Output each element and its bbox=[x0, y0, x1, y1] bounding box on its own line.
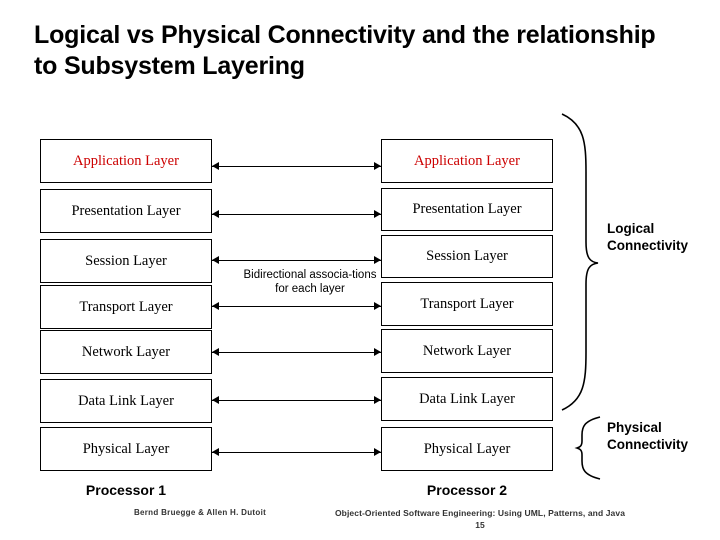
assoc-arrow-datalink-right-head bbox=[374, 396, 381, 404]
assoc-arrow-presentation bbox=[212, 214, 381, 215]
left-layer-datalink[interactable]: Data Link Layer bbox=[40, 379, 212, 423]
processor-2-label: Processor 2 bbox=[426, 482, 508, 498]
assoc-arrow-network bbox=[212, 352, 381, 353]
logical-connectivity-label: Logical Connectivity bbox=[607, 221, 689, 253]
left-layer-network[interactable]: Network Layer bbox=[40, 330, 212, 374]
physical-connectivity-label: Physical Connectivity bbox=[607, 420, 689, 452]
assoc-arrow-transport-right-head bbox=[374, 302, 381, 310]
left-layer-physical[interactable]: Physical Layer bbox=[40, 427, 212, 471]
assoc-arrow-network-right-head bbox=[374, 348, 381, 356]
assoc-arrow-presentation-right-head bbox=[374, 210, 381, 218]
assoc-arrow-network-left-head bbox=[212, 348, 219, 356]
assoc-arrow-session-left-head bbox=[212, 256, 219, 264]
assoc-arrow-datalink-left-head bbox=[212, 396, 219, 404]
right-layer-application[interactable]: Application Layer bbox=[381, 139, 553, 183]
assoc-arrow-application-left-head bbox=[212, 162, 219, 170]
right-layer-session[interactable]: Session Layer bbox=[381, 235, 553, 278]
assoc-arrow-application-right-head bbox=[374, 162, 381, 170]
footer-authors: Bernd Bruegge & Allen H. Dutoit bbox=[133, 508, 267, 517]
assoc-arrow-application bbox=[212, 166, 381, 167]
right-layer-network[interactable]: Network Layer bbox=[381, 329, 553, 373]
assoc-arrow-physical-left-head bbox=[212, 448, 219, 456]
assoc-arrow-physical bbox=[212, 452, 381, 453]
assoc-arrow-transport-left-head bbox=[212, 302, 219, 310]
assoc-arrow-presentation-left-head bbox=[212, 210, 219, 218]
logical-connectivity-brace bbox=[561, 113, 599, 411]
physical-connectivity-brace bbox=[574, 416, 601, 480]
right-layer-transport[interactable]: Transport Layer bbox=[381, 282, 553, 326]
assoc-arrow-physical-right-head bbox=[374, 448, 381, 456]
assoc-arrow-datalink bbox=[212, 400, 381, 401]
right-layer-physical[interactable]: Physical Layer bbox=[381, 427, 553, 471]
footer-book-title: Object-Oriented Software Engineering: Us… bbox=[334, 508, 626, 518]
right-layer-presentation[interactable]: Presentation Layer bbox=[381, 188, 553, 231]
assoc-arrow-session bbox=[212, 260, 381, 261]
right-layer-datalink[interactable]: Data Link Layer bbox=[381, 377, 553, 421]
left-layer-application[interactable]: Application Layer bbox=[40, 139, 212, 183]
association-label: Bidirectional associa-tions for each lay… bbox=[243, 269, 377, 296]
left-layer-session[interactable]: Session Layer bbox=[40, 239, 212, 283]
left-layer-presentation[interactable]: Presentation Layer bbox=[40, 189, 212, 233]
assoc-arrow-session-right-head bbox=[374, 256, 381, 264]
left-layer-transport[interactable]: Transport Layer bbox=[40, 285, 212, 329]
assoc-arrow-transport bbox=[212, 306, 381, 307]
page-title: Logical vs Physical Connectivity and the… bbox=[34, 21, 656, 80]
slide: Logical vs Physical Connectivity and the… bbox=[0, 0, 720, 540]
footer-page-number: 15 bbox=[475, 520, 485, 530]
processor-1-label: Processor 1 bbox=[85, 482, 167, 498]
